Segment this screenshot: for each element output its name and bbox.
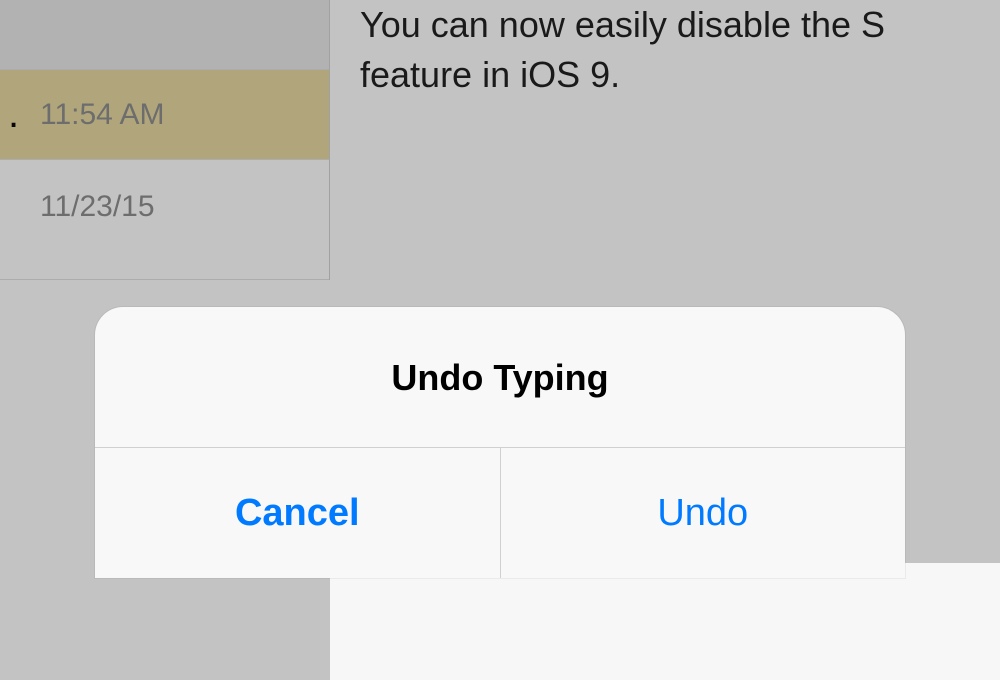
undo-typing-alert: Undo Typing Cancel Undo <box>95 307 905 578</box>
undo-button[interactable]: Undo <box>501 448 906 578</box>
alert-button-row: Cancel Undo <box>95 448 905 578</box>
alert-overlay: Undo Typing Cancel Undo <box>0 0 1000 563</box>
cancel-button[interactable]: Cancel <box>95 448 501 578</box>
alert-header: Undo Typing <box>95 307 905 448</box>
alert-title: Undo Typing <box>115 357 885 399</box>
